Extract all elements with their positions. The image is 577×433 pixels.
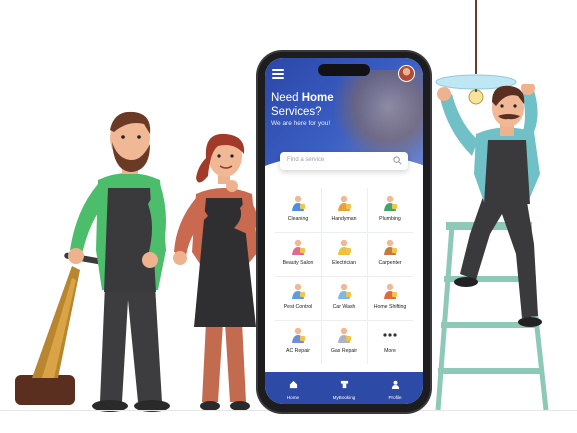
search-input[interactable]: Find a service [280, 152, 408, 170]
service-label: Gas Repair [330, 348, 358, 354]
service-label: Handyman [331, 216, 357, 222]
nav-label: Home [286, 395, 300, 400]
illustration-stage: Need Home Services? We are here for you!… [0, 0, 577, 433]
service-electrician[interactable]: Electrician [321, 232, 367, 274]
profile-icon [375, 376, 415, 394]
service-handyman[interactable]: Handyman [321, 188, 367, 230]
phone-screen: Need Home Services? We are here for you!… [265, 58, 423, 404]
ac-repair-icon [289, 326, 307, 344]
service-pest-control[interactable]: Pest Control [275, 276, 321, 318]
handyman-icon [335, 194, 353, 212]
nav-label: MyBooking [332, 395, 356, 400]
hero-title: Need Home Services? [271, 91, 334, 119]
home-shifting-icon [381, 282, 399, 300]
car-wash-icon [335, 282, 353, 300]
service-gas-repair[interactable]: Gas Repair [321, 320, 367, 362]
more-icon [381, 326, 399, 344]
hero-photo [335, 70, 423, 160]
service-label: Home Shifting [373, 304, 407, 310]
hero-subtitle: We are here for you! [271, 120, 331, 127]
hero-banner: Need Home Services? We are here for you!… [265, 58, 423, 214]
carpenter-icon [381, 238, 399, 256]
service-label: Electrician [332, 260, 356, 266]
worker-with-polisher [15, 111, 170, 412]
gas-repair-icon [335, 326, 353, 344]
hero-title-emphasis: Home [301, 92, 334, 104]
service-carpenter[interactable]: Carpenter [367, 232, 413, 274]
service-home-shifting[interactable]: Home Shifting [367, 276, 413, 318]
service-label: Pest Control [283, 304, 313, 310]
service-car-wash[interactable]: Car Wash [321, 276, 367, 318]
search-placeholder: Find a service [287, 157, 325, 163]
menu-icon[interactable] [272, 69, 284, 79]
electrician-icon [335, 238, 353, 256]
home-icon [273, 376, 313, 394]
service-label: Plumbing [379, 216, 401, 222]
plumbing-icon [381, 194, 399, 212]
booking-icon [324, 376, 364, 394]
service-cleaning[interactable]: Cleaning [275, 188, 321, 230]
cleaning-icon [289, 194, 307, 212]
service-label: Carpenter [378, 260, 402, 266]
service-label: Beauty Salon [282, 260, 314, 266]
service-plumbing[interactable]: Plumbing [367, 188, 413, 230]
service-label: AC Repair [286, 348, 310, 354]
hero-title-prefix: Need [271, 92, 302, 104]
pest-control-icon [289, 282, 307, 300]
hero-title-line2: Services? [271, 106, 322, 118]
service-label: Cleaning [287, 216, 309, 222]
nav-profile[interactable]: Profile [375, 376, 415, 400]
nav-label: Profile [388, 395, 402, 400]
service-more[interactable]: More [367, 320, 413, 362]
service-ac-repair[interactable]: AC Repair [275, 320, 321, 362]
phone-notch [318, 64, 370, 76]
avatar[interactable] [398, 65, 415, 82]
service-label: More [384, 348, 396, 354]
bottom-nav: Home MyBooking Profile [265, 372, 423, 404]
search-icon[interactable] [393, 156, 402, 165]
beauty-salon-icon [289, 238, 307, 256]
electrician-on-ladder [435, 84, 549, 411]
nav-mybooking[interactable]: MyBooking [324, 376, 364, 400]
service-label: Car Wash [332, 304, 356, 310]
service-beauty-salon[interactable]: Beauty Salon [275, 232, 321, 274]
nav-home[interactable]: Home [273, 376, 313, 400]
